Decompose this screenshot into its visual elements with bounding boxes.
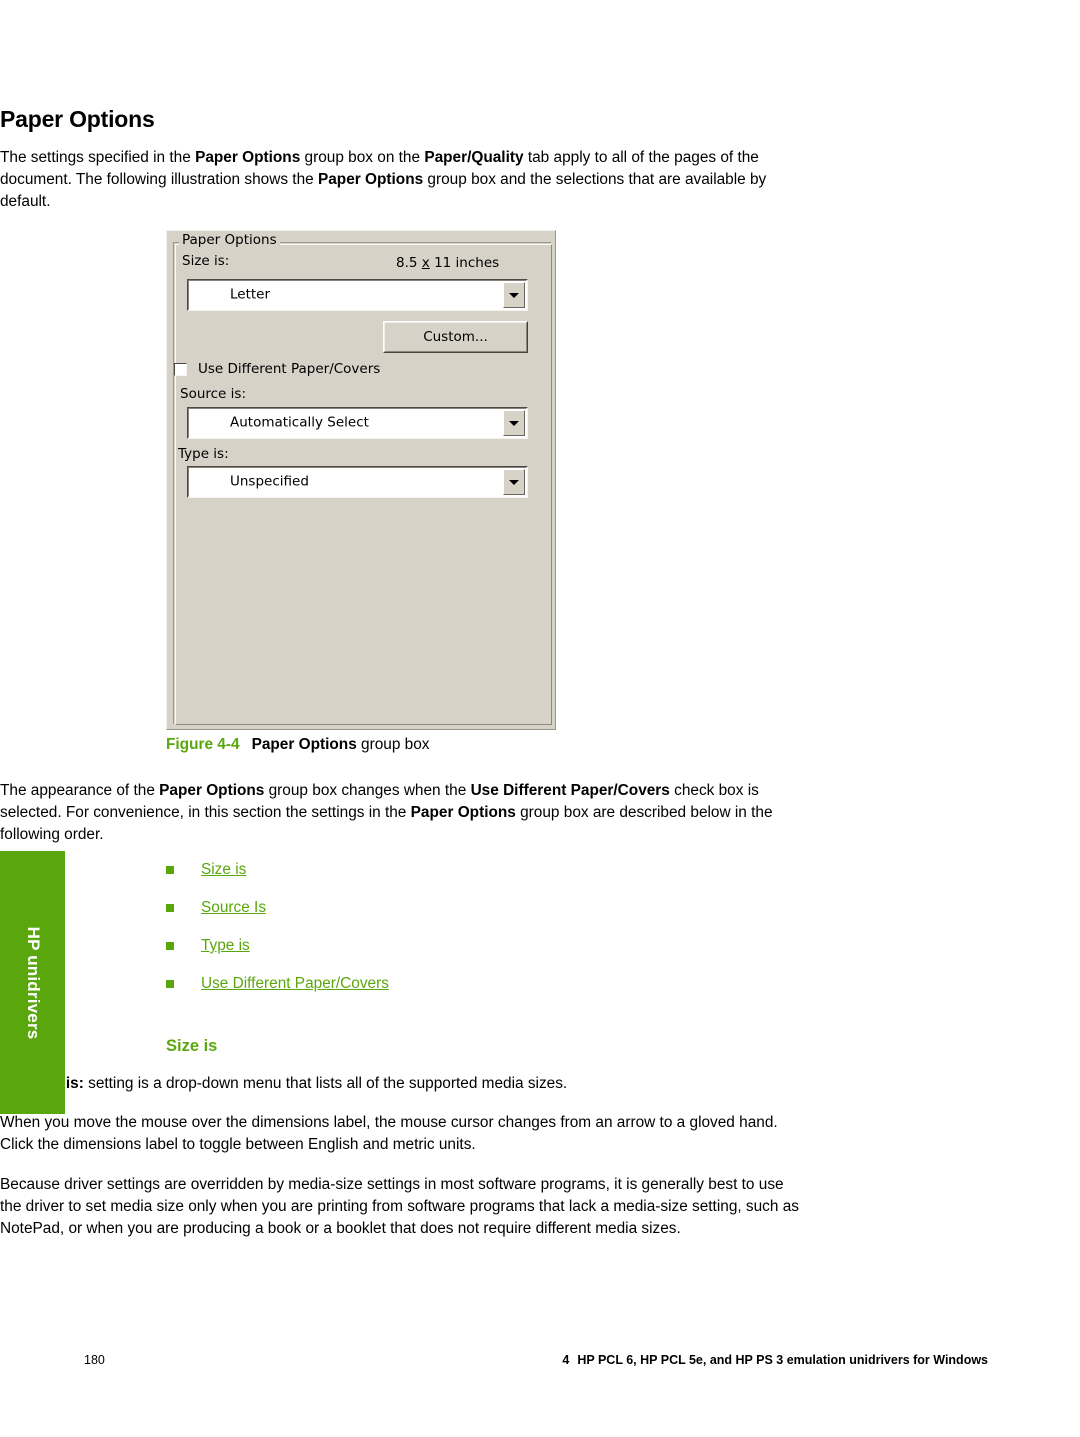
custom-button-label: Custom... — [423, 328, 488, 345]
list-item[interactable]: Use Different Paper/Covers — [166, 974, 389, 1012]
figure-number: Figure 4-4 — [166, 736, 240, 753]
link-type-is[interactable]: Type is — [201, 936, 250, 955]
source-dropdown-value: Automatically Select — [230, 414, 369, 431]
link-use-different-paper-covers[interactable]: Use Different Paper/Covers — [201, 974, 389, 993]
footer-chapter-title: HP PCL 6, HP PCL 5e, and HP PS 3 emulati… — [577, 1353, 988, 1367]
size-is-label: Size is: — [182, 253, 230, 269]
group-box-legend: Paper Options — [179, 233, 280, 248]
intro-seg-1: Paper Options — [195, 149, 301, 166]
type-is-dropdown[interactable]: Unspecified — [187, 466, 528, 498]
intro-paragraph: The settings specified in the Paper Opti… — [0, 147, 800, 212]
footer-chapter: 4 HP PCL 6, HP PCL 5e, and HP PS 3 emulat… — [562, 1352, 988, 1368]
second-paragraph: The appearance of the Paper Options grou… — [0, 780, 800, 845]
type-is-label: Type is: — [178, 446, 229, 462]
list-item[interactable]: Size is — [166, 860, 389, 898]
intro-seg-5: Paper Options — [317, 170, 424, 188]
dimensions-separator: x — [421, 255, 430, 271]
list-item[interactable]: Type is — [166, 936, 389, 974]
document-page: Paper Options The settings specified in … — [0, 0, 1080, 1437]
chapter-side-tab: HP unidrivers — [0, 851, 65, 1114]
intro-seg-3: Paper/Quality — [424, 149, 524, 166]
list-item[interactable]: Source Is — [166, 898, 389, 936]
link-source-is[interactable]: Source Is — [201, 898, 266, 917]
chevron-down-icon[interactable] — [503, 469, 525, 495]
intro-seg-2: group box on the — [300, 149, 425, 166]
source-is-label: Source is: — [180, 386, 246, 402]
source-is-dropdown[interactable]: Automatically Select — [187, 407, 528, 439]
square-bullet-icon — [166, 866, 174, 874]
figure-caption-rest: group box — [356, 736, 430, 753]
figure-caption-bold: Paper Options — [251, 736, 357, 753]
paragraph-driver-settings: Because driver settings are overridden b… — [0, 1176, 799, 1237]
footer-chapter-number: 4 — [562, 1353, 570, 1367]
use-different-paper-covers-checkbox[interactable]: Use Different Paper/Covers — [174, 362, 380, 377]
square-bullet-icon — [166, 980, 174, 988]
second-paragraph-text: The appearance of the Paper Options grou… — [0, 782, 773, 843]
custom-button[interactable]: Custom... — [383, 321, 528, 353]
link-list: Size is Source Is Type is Use Different … — [166, 860, 389, 1012]
figure-caption: Figure 4-4 Paper Options group box — [166, 735, 429, 755]
paragraph-size-is: The Size is: setting is a drop-down menu… — [0, 1075, 568, 1092]
square-bullet-icon — [166, 942, 174, 950]
dimensions-rest: 11 inches — [434, 255, 500, 271]
chapter-side-tab-label: HP unidrivers — [23, 926, 43, 1039]
checkbox-box-icon[interactable] — [174, 363, 187, 376]
link-size-is[interactable]: Size is — [201, 860, 246, 879]
paragraph-mouse-cursor: When you move the mouse over the dimensi… — [0, 1114, 778, 1153]
page-title: Paper Options — [0, 106, 155, 132]
footer-page-number: 180 — [84, 1353, 105, 1367]
dimensions-label[interactable]: 8.5 x 11 inches — [396, 256, 499, 271]
size-is-dropdown[interactable]: Letter — [187, 279, 528, 311]
sub-heading-size-is: Size is — [166, 1037, 218, 1055]
paper-options-dialog-figure: Paper Options Size is: 8.5 x 11 inches L… — [166, 230, 556, 730]
chevron-down-icon[interactable] — [503, 282, 525, 308]
intro-seg-0: The settings specified in the — [0, 149, 196, 166]
use-different-paper-covers-label: Use Different Paper/Covers — [198, 361, 381, 377]
chevron-down-icon[interactable] — [503, 410, 525, 436]
dimensions-value: 8.5 — [396, 255, 418, 271]
size-dropdown-value: Letter — [230, 286, 271, 303]
square-bullet-icon — [166, 904, 174, 912]
type-dropdown-value: Unspecified — [230, 473, 309, 490]
